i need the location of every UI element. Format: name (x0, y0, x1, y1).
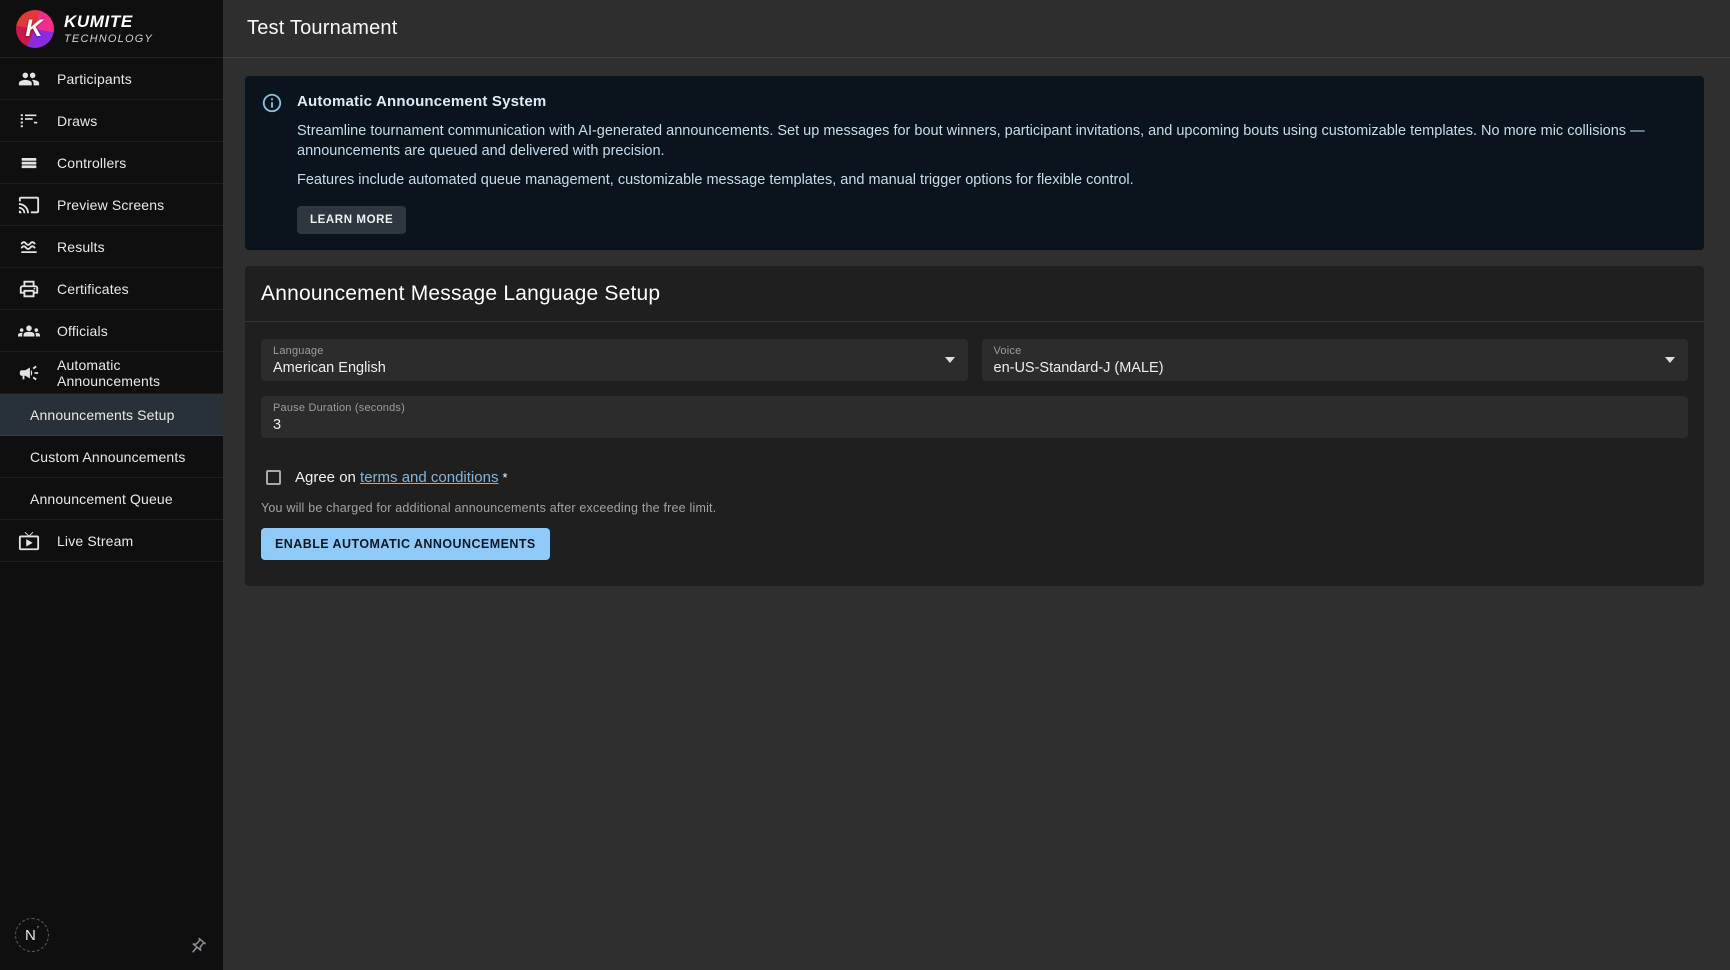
sidebar-item-officials[interactable]: Officials (0, 310, 223, 352)
kumite-logo-icon: K (16, 10, 54, 48)
sidebar-item-label: Custom Announcements (30, 449, 186, 465)
sidebar-item-certificates[interactable]: Certificates (0, 268, 223, 310)
app-window: K KUMITE TECHNOLOGY Participants Draws C… (0, 0, 1730, 970)
voice-select-label: Voice (994, 345, 1677, 357)
agree-row: Agree on terms and conditions * (266, 469, 1688, 486)
results-icon (18, 236, 40, 258)
sidebar-item-draws[interactable]: Draws (0, 100, 223, 142)
agree-text: Agree on terms and conditions * (295, 469, 508, 486)
live-tv-icon (18, 530, 40, 552)
sidebar-item-label: Certificates (57, 281, 129, 297)
sidebar-nav: Participants Draws Controllers Preview S… (0, 58, 223, 562)
info-banner-body: Automatic Announcement System Streamline… (297, 91, 1688, 234)
learn-more-button[interactable]: LEARN MORE (297, 206, 406, 234)
chevron-down-icon (945, 357, 955, 363)
sidebar-item-label: Announcements Setup (30, 407, 175, 423)
select-row: Language American English Voice en-US-St… (261, 339, 1688, 381)
voice-select[interactable]: Voice en-US-Standard-J (MALE) (982, 339, 1689, 381)
language-select-label: Language (273, 345, 956, 357)
avatar[interactable]: N’ (15, 918, 49, 952)
campaign-icon (18, 362, 40, 384)
sidebar-item-label: Controllers (57, 155, 126, 171)
sidebar-item-label: Results (57, 239, 105, 255)
sidebar-item-custom-announcements[interactable]: Custom Announcements (0, 436, 223, 478)
people-icon (18, 68, 40, 90)
logo-letter: K (25, 15, 42, 43)
info-banner-paragraph-1: Streamline tournament communication with… (297, 121, 1688, 161)
language-setup-card: Announcement Message Language Setup Lang… (245, 266, 1704, 586)
agree-checkbox[interactable] (266, 470, 281, 485)
setup-card-title: Announcement Message Language Setup (245, 266, 1704, 322)
groups-icon (18, 320, 40, 342)
sidebar-item-results[interactable]: Results (0, 226, 223, 268)
brand-subtitle: TECHNOLOGY (64, 33, 153, 45)
info-banner: Automatic Announcement System Streamline… (245, 76, 1704, 250)
sidebar-item-label: Officials (57, 323, 108, 339)
sidebar-item-participants[interactable]: Participants (0, 58, 223, 100)
page-title: Test Tournament (223, 17, 398, 40)
pause-duration-input[interactable]: Pause Duration (seconds) 3 (261, 396, 1688, 438)
agree-prefix: Agree on (295, 469, 360, 486)
language-select-value: American English (273, 360, 956, 376)
voice-select-value: en-US-Standard-J (MALE) (994, 360, 1677, 376)
brand-text: KUMITE TECHNOLOGY (64, 12, 153, 45)
terms-link[interactable]: terms and conditions (360, 469, 498, 486)
sidebar-item-label: Automatic Announcements (57, 357, 223, 389)
sidebar-item-automatic-announcements[interactable]: Automatic Announcements (0, 352, 223, 394)
pin-icon[interactable] (188, 937, 207, 956)
sidebar-item-announcements-setup[interactable]: Announcements Setup (0, 394, 223, 436)
cast-icon (18, 194, 40, 216)
enable-announcements-button[interactable]: ENABLE AUTOMATIC ANNOUNCEMENTS (261, 528, 550, 560)
info-icon (261, 92, 283, 114)
brand-name: KUMITE (64, 12, 153, 32)
draws-list-icon (18, 110, 40, 132)
print-icon (18, 278, 40, 300)
brand-logo[interactable]: K KUMITE TECHNOLOGY (0, 0, 223, 58)
language-select[interactable]: Language American English (261, 339, 968, 381)
rows-icon (18, 152, 40, 174)
chevron-down-icon (1665, 357, 1675, 363)
sidebar-item-label: Live Stream (57, 533, 133, 549)
sidebar-item-controllers[interactable]: Controllers (0, 142, 223, 184)
sidebar-item-label: Announcement Queue (30, 491, 173, 507)
sidebar-footer: N’ (0, 904, 223, 970)
sidebar-item-label: Draws (57, 113, 97, 129)
sidebar-item-label: Preview Screens (57, 197, 164, 213)
sidebar-item-label: Participants (57, 71, 132, 87)
info-banner-title: Automatic Announcement System (297, 93, 1688, 110)
required-asterisk: * (502, 470, 507, 485)
main-content: Automatic Announcement System Streamline… (223, 59, 1730, 970)
avatar-tick: ’ (37, 925, 39, 936)
pause-duration-label: Pause Duration (seconds) (273, 402, 1676, 414)
avatar-letter: N (25, 927, 36, 944)
billing-helper-text: You will be charged for additional annou… (261, 501, 1688, 515)
sidebar-item-preview-screens[interactable]: Preview Screens (0, 184, 223, 226)
pause-duration-value: 3 (273, 417, 1676, 433)
info-banner-paragraph-2: Features include automated queue managem… (297, 170, 1688, 190)
sidebar: K KUMITE TECHNOLOGY Participants Draws C… (0, 0, 223, 970)
sidebar-item-announcement-queue[interactable]: Announcement Queue (0, 478, 223, 520)
top-bar: Test Tournament (223, 0, 1730, 58)
sidebar-item-live-stream[interactable]: Live Stream (0, 520, 223, 562)
setup-form: Language American English Voice en-US-St… (245, 322, 1704, 560)
